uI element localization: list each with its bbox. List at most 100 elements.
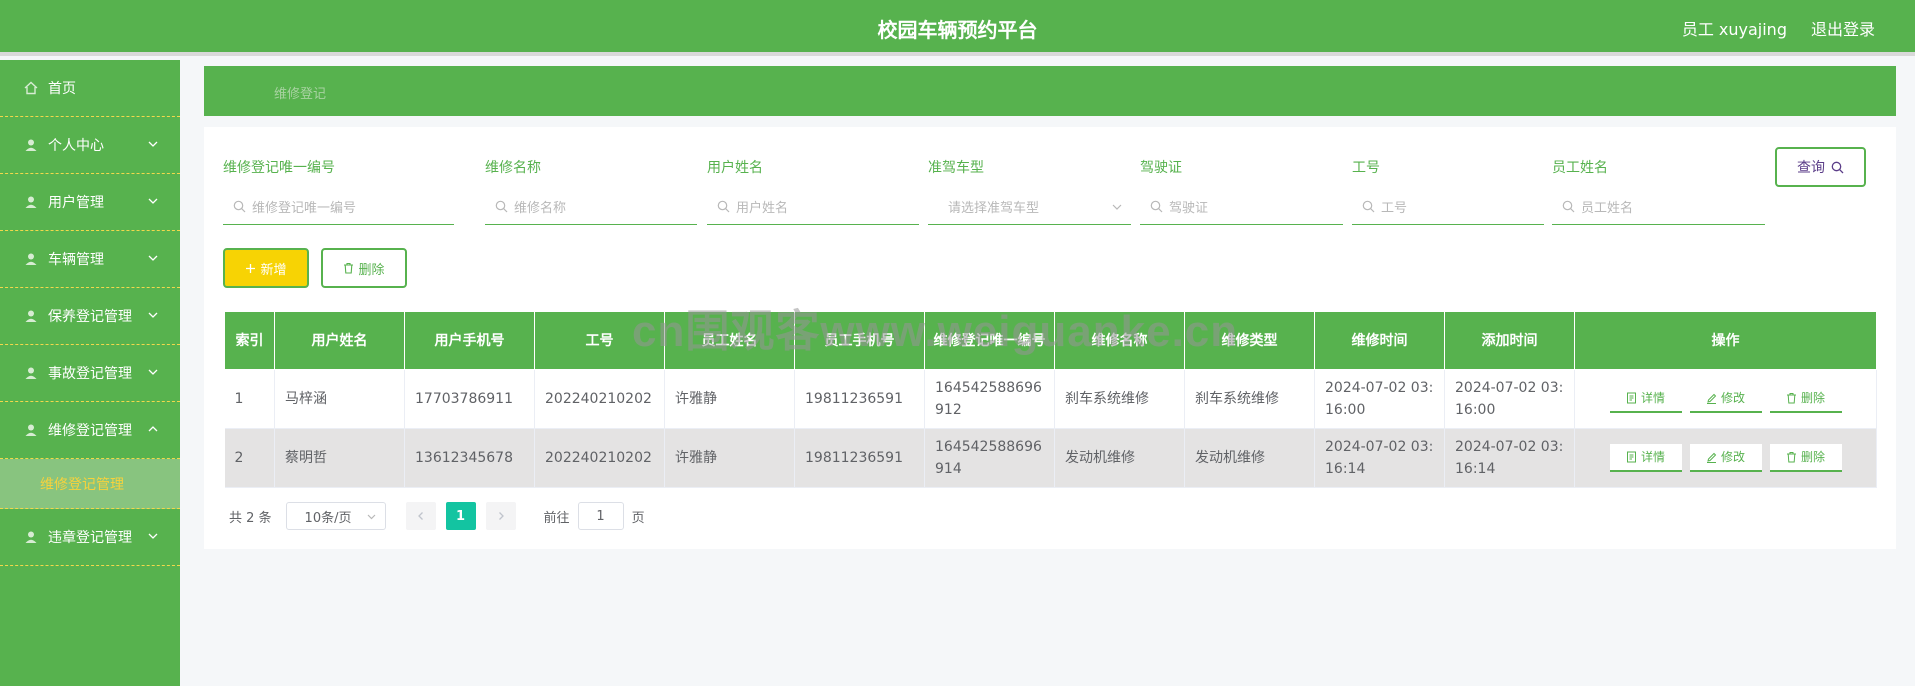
edit-button[interactable]: 修改 bbox=[1689, 444, 1762, 472]
goto-suffix: 页 bbox=[631, 510, 645, 526]
edit-button-label: 修改 bbox=[1720, 391, 1745, 405]
current-user[interactable]: 员工 xuyajing bbox=[1682, 16, 1787, 40]
sidebar-item-label: 首页 bbox=[48, 81, 76, 97]
search-icon bbox=[1831, 161, 1844, 173]
goto-page: 前往 页 bbox=[544, 502, 645, 530]
table-row[interactable]: 2 蔡明哲 13612345678 202240210202 许雅静 19811… bbox=[224, 428, 1877, 488]
trash-icon bbox=[344, 262, 354, 274]
table-row[interactable]: 1 马梓涵 17703786911 202240210202 许雅静 19811… bbox=[224, 369, 1877, 429]
filter-label-repair-name: 维修名称 bbox=[485, 160, 541, 176]
sidebar-item-label: 保养登记管理 bbox=[48, 309, 132, 325]
app-title: 校园车辆预约平台 bbox=[877, 18, 1038, 42]
table-cell: 2024-07-02 03:16:14 bbox=[1444, 428, 1575, 488]
detail-button-label: 详情 bbox=[1640, 450, 1665, 464]
vehicle-class-placeholder: 请选择准驾车型 bbox=[948, 201, 1040, 216]
page-size-value: 10条/页 bbox=[304, 510, 352, 526]
sidebar-item-repairs[interactable]: 维修登记管理 bbox=[0, 402, 180, 459]
table-cell: 164542588696914 bbox=[924, 428, 1055, 488]
goto-page-input[interactable] bbox=[577, 502, 624, 530]
actions-cell: 详情 修改 删除 bbox=[1574, 428, 1877, 488]
detail-button-label: 详情 bbox=[1640, 391, 1665, 405]
filter-label-user-name: 用户姓名 bbox=[707, 160, 763, 176]
table-cell: 许雅静 bbox=[664, 428, 795, 488]
table-cell: 刹车系统维修 bbox=[1054, 369, 1185, 429]
delete-button-label: 删除 bbox=[358, 262, 385, 278]
user-icon bbox=[24, 366, 38, 380]
delete-button[interactable]: 删除 bbox=[321, 248, 407, 288]
search-icon bbox=[1362, 200, 1375, 213]
chevron-down-icon bbox=[1112, 204, 1122, 210]
sidebar-item-users[interactable]: 用户管理 bbox=[0, 174, 180, 231]
chevron-left-icon bbox=[417, 512, 423, 520]
repair-id-placeholder: 维修登记唯一编号 bbox=[252, 201, 357, 216]
main-content: 维修登记唯一编号 维修名称 用户姓名 准驾车型 驾驶证 工号 员工姓名 维修登记… bbox=[204, 127, 1896, 549]
table-cell: 19811236591 bbox=[794, 428, 925, 488]
sidebar-item-label: 维修登记管理 bbox=[48, 423, 132, 439]
table-cell: 164542588696912 bbox=[924, 369, 1055, 429]
next-page-button[interactable] bbox=[485, 502, 516, 530]
table-cell: 17703786911 bbox=[404, 369, 535, 429]
license-placeholder: 驾驶证 bbox=[1169, 201, 1209, 216]
employee-no-input[interactable]: 工号 bbox=[1352, 189, 1544, 225]
sidebar-item-home[interactable]: 首页 bbox=[0, 60, 180, 117]
search-icon bbox=[495, 200, 508, 213]
row-delete-button[interactable]: 删除 bbox=[1769, 444, 1842, 472]
sidebar-item-label: 车辆管理 bbox=[48, 252, 104, 268]
prev-page-button[interactable] bbox=[405, 502, 436, 530]
add-button-label: 新增 bbox=[260, 262, 287, 278]
trash-icon bbox=[1786, 393, 1796, 404]
sidebar-item-accidents[interactable]: 事故登记管理 bbox=[0, 345, 180, 402]
chevron-down-icon bbox=[148, 533, 158, 539]
table-cell: 蔡明哲 bbox=[274, 428, 405, 488]
table-cell: 许雅静 bbox=[664, 369, 795, 429]
sidebar-item-violations[interactable]: 违章登记管理 bbox=[0, 509, 180, 566]
logout-link[interactable]: 退出登录 bbox=[1811, 16, 1875, 40]
repair-name-input[interactable]: 维修名称 bbox=[485, 189, 697, 225]
row-delete-button[interactable]: 删除 bbox=[1769, 385, 1842, 413]
plus-icon bbox=[246, 263, 256, 273]
table-cell: 发动机维修 bbox=[1054, 428, 1185, 488]
chevron-down-icon bbox=[367, 514, 375, 520]
user-icon bbox=[24, 195, 38, 209]
license-input[interactable]: 驾驶证 bbox=[1140, 189, 1343, 225]
table-cell: 1 bbox=[224, 369, 275, 429]
sidebar-item-profile[interactable]: 个人中心 bbox=[0, 117, 180, 174]
detail-button[interactable]: 详情 bbox=[1609, 444, 1682, 472]
column-header: 添加时间 bbox=[1444, 311, 1575, 370]
table-cell: 13612345678 bbox=[404, 428, 535, 488]
vehicle-class-select[interactable]: 请选择准驾车型 bbox=[928, 189, 1131, 225]
edit-button-label: 修改 bbox=[1720, 450, 1745, 464]
search-icon bbox=[233, 200, 246, 213]
page-number-button[interactable]: 1 bbox=[445, 502, 476, 530]
detail-button[interactable]: 详情 bbox=[1609, 385, 1682, 413]
user-area: 员工 xuyajing 退出登录 bbox=[1682, 16, 1875, 40]
edit-icon bbox=[1706, 452, 1717, 463]
chevron-down-icon bbox=[148, 198, 158, 204]
table-cell: 2 bbox=[224, 428, 275, 488]
add-button[interactable]: 新增 bbox=[223, 248, 309, 288]
user-name-input[interactable]: 用户姓名 bbox=[707, 189, 919, 225]
employee-name-input[interactable]: 员工姓名 bbox=[1552, 189, 1765, 225]
trash-icon bbox=[1786, 452, 1796, 463]
sidebar-item-label: 个人中心 bbox=[48, 138, 104, 154]
sidebar-subitem-repair-management[interactable]: 维修登记管理 bbox=[0, 459, 180, 509]
edit-button[interactable]: 修改 bbox=[1689, 385, 1762, 413]
page-size-select[interactable]: 10条/页 bbox=[285, 502, 386, 530]
goto-prefix: 前往 bbox=[543, 510, 570, 526]
actions-cell: 详情 修改 删除 bbox=[1574, 369, 1877, 429]
table-header-row: 索引 用户姓名 用户手机号 工号 员工姓名 员工手机号 维修登记唯一编号 维修名… bbox=[224, 311, 1877, 370]
sidebar-item-maintenance[interactable]: 保养登记管理 bbox=[0, 288, 180, 345]
table-cell: 刹车系统维修 bbox=[1184, 369, 1315, 429]
column-header: 操作 bbox=[1574, 311, 1877, 370]
repair-id-input[interactable]: 维修登记唯一编号 bbox=[223, 189, 454, 225]
chevron-right-icon bbox=[498, 512, 504, 520]
breadcrumb[interactable]: 维修登记 bbox=[274, 83, 326, 102]
sidebar-item-vehicles[interactable]: 车辆管理 bbox=[0, 231, 180, 288]
total-count: 共 2 条 bbox=[229, 510, 272, 526]
column-header: 员工手机号 bbox=[794, 311, 925, 370]
table-cell: 2024-07-02 03:16:14 bbox=[1314, 428, 1445, 488]
user-icon bbox=[24, 252, 38, 266]
chevron-down-icon bbox=[148, 369, 158, 375]
row-delete-button-label: 删除 bbox=[1800, 391, 1825, 405]
query-button[interactable]: 查询 bbox=[1775, 147, 1866, 187]
